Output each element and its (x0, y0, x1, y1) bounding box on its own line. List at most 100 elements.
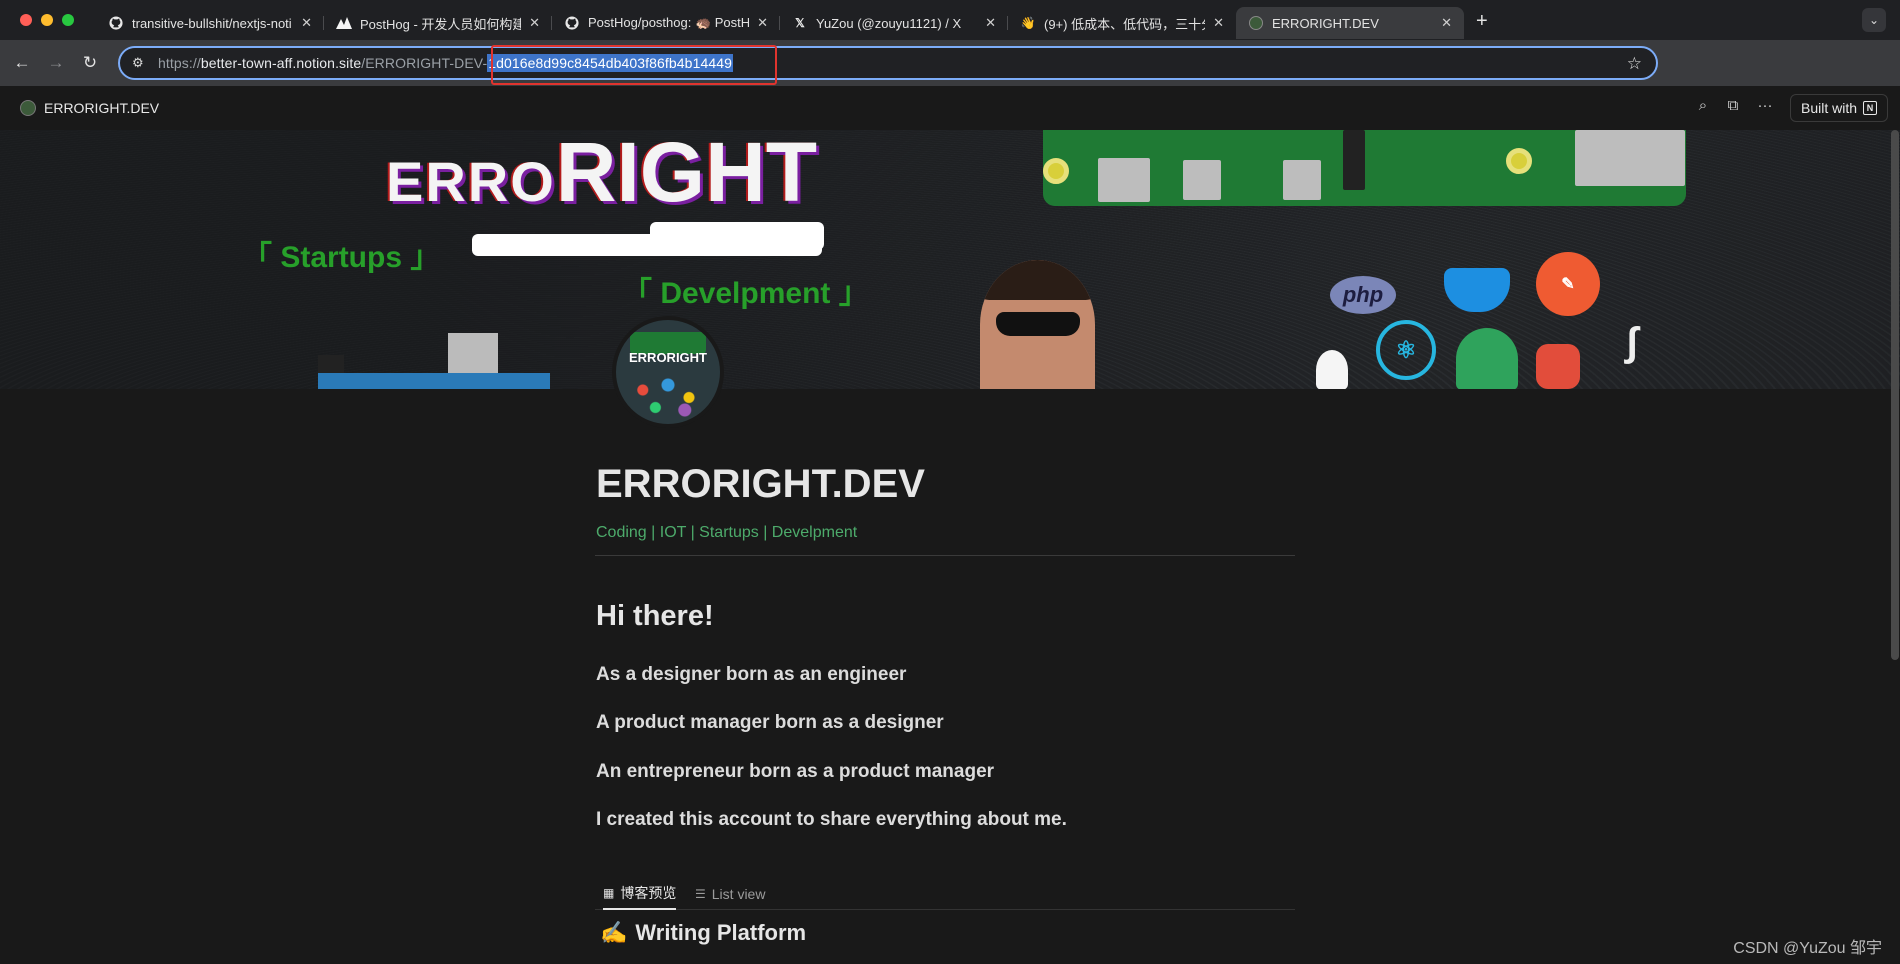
github-icon (108, 15, 124, 31)
profile-photo-face (980, 260, 1095, 389)
tab-title: transitive-bullshit/nextjs-noti (132, 15, 292, 31)
page-subtitle: Coding | IOT | Startups | Develpment (596, 524, 858, 541)
close-icon[interactable]: ✕ (529, 15, 540, 31)
tab-title: (9+) 低成本、低代码，三十分钟 (1044, 16, 1205, 32)
board-port (1283, 160, 1321, 200)
heading-hi-there: Hi there! (596, 600, 714, 632)
writing-hand-icon: ✍️ (600, 920, 628, 945)
url-text[interactable]: https://better-town-aff.notion.site/ERRO… (158, 54, 733, 72)
gallery-icon: ▦ (603, 886, 615, 900)
notion-site-icon (1248, 15, 1264, 31)
csdn-watermark: CSDN @YuZou 邹宇 (1733, 940, 1882, 957)
back-button[interactable]: ← (5, 46, 39, 80)
page-icon-avatar[interactable]: ERRORIGHT (612, 316, 724, 428)
tab-blog-preview[interactable]: ▦ 博客预览 (603, 878, 677, 910)
search-icon[interactable]: ⌕ (1693, 97, 1713, 114)
intro-paragraph: A product manager born as a designer (596, 712, 944, 733)
close-icon[interactable]: ✕ (757, 15, 768, 31)
posthog-icon (336, 15, 352, 31)
intro-paragraph: An entrepreneur born as a product manage… (596, 761, 995, 782)
board-part (318, 355, 344, 373)
tab-title: PostHog - 开发人员如何构建成 (360, 16, 522, 32)
close-icon[interactable]: ✕ (1441, 15, 1452, 31)
divider (595, 555, 1295, 556)
x-icon: 𝕏 (795, 16, 805, 30)
cover-title-part: ERRO (386, 150, 556, 213)
cover-image: ERRORIGHT 「 Startups 」 「 Develpment 」 ph… (0, 130, 1900, 389)
list-icon: ☰ (695, 887, 706, 901)
more-icon[interactable]: ··· (1755, 97, 1775, 114)
tab-title: ERRORIGHT.DEV (1272, 15, 1379, 31)
mounting-pad (1506, 148, 1532, 174)
sunglasses (996, 312, 1080, 336)
close-icon[interactable]: ✕ (985, 15, 996, 31)
board-port (1183, 160, 1221, 200)
section-writing-platform: ✍️ Writing Platform (600, 920, 806, 946)
arduino-board (318, 333, 550, 389)
tab-label: 博客预览 (620, 885, 677, 901)
react-logo: ⚛ (1376, 320, 1436, 380)
tab-label: List view (711, 886, 766, 902)
board-chip (1343, 130, 1365, 190)
site-logo[interactable] (20, 100, 36, 116)
tab-title: PostHog/posthog: 🦔 PostH (588, 15, 750, 30)
docker-logo (1444, 268, 1510, 312)
browser-tab[interactable]: PostHog/posthog: 🦔 PostH ✕ (551, 7, 780, 39)
flask-logo: ∫ (1626, 319, 1638, 364)
page-title: ERRORIGHT.DEV (596, 462, 925, 506)
new-tab-button[interactable]: + (1476, 10, 1488, 33)
site-info-icon[interactable]: ⚙ (132, 55, 148, 71)
forward-button[interactable]: → (39, 46, 73, 80)
notion-topbar: ERRORIGHT.DEV (0, 86, 1900, 130)
browser-tab[interactable]: transitive-bullshit/nextjs-noti ✕ (96, 7, 324, 39)
tab-title: YuZou (@zouyu1121) / X (816, 15, 962, 31)
reload-button[interactable]: ↻ (73, 46, 107, 80)
window-controls (20, 14, 74, 26)
zoom-window-button[interactable] (62, 14, 74, 26)
browser-tab-active[interactable]: ERRORIGHT.DEV ✕ (1236, 7, 1464, 39)
notion-logo-icon: N (1863, 101, 1878, 115)
tab-list-view[interactable]: ☰ List view (695, 878, 765, 910)
cover-title: ERRORIGHT (386, 130, 817, 221)
section-title-text: Writing Platform (635, 920, 807, 945)
url-scheme: https:// (158, 55, 201, 71)
avatar-collage (626, 370, 710, 420)
github-icon (564, 15, 580, 31)
browser-tab-strip: transitive-bullshit/nextjs-noti ✕ PostHo… (0, 0, 1900, 40)
address-bar[interactable]: ⚙ https://better-town-aff.notion.site/ER… (118, 46, 1658, 80)
redaction-bar (650, 222, 824, 250)
intro-paragraph: I created this account to share everythi… (596, 809, 1067, 830)
browser-toolbar: ← → ↻ ⚙ https://better-town-aff.notion.s… (0, 40, 1900, 113)
cover-tag-startups: 「 Startups 」 (242, 241, 441, 274)
built-with-label: Built with (1801, 100, 1858, 116)
php-logo: php (1330, 276, 1396, 314)
minimize-window-button[interactable] (41, 14, 53, 26)
avatar-label: ERRORIGHT (629, 350, 707, 365)
database-view-tabs: ▦ 博客预览 ☰ List view (595, 878, 1295, 910)
url-selected-id: 1d016e8d99c8454db403f86fb4b14449 (487, 54, 733, 72)
figma-logo (1536, 344, 1580, 389)
browser-tab[interactable]: 𝕏 YuZou (@zouyu1121) / X ✕ (779, 7, 1008, 39)
close-window-button[interactable] (20, 14, 32, 26)
url-path: /ERRORIGHT-DEV- (361, 55, 488, 71)
tab-search-button[interactable]: ⌄ (1862, 8, 1886, 32)
hair (980, 260, 1095, 300)
page-scrollbar[interactable] (1891, 130, 1899, 660)
android-logo (1456, 328, 1518, 389)
board-port (1098, 158, 1150, 202)
board-part (448, 333, 498, 373)
mounting-pad (1043, 158, 1069, 184)
raspberry-pi-board (1043, 130, 1686, 206)
cover-tag-develpment: 「 Develpment 」 (622, 277, 869, 310)
browser-tab[interactable]: 👋 (9+) 低成本、低代码，三十分钟 ✕ (1007, 7, 1236, 39)
close-icon[interactable]: ✕ (1213, 15, 1224, 31)
board-port (1575, 130, 1685, 186)
cover-title-part: RIGHT (555, 130, 818, 219)
site-title[interactable]: ERRORIGHT.DEV (44, 100, 159, 116)
duplicate-icon[interactable]: ⧉ (1723, 97, 1743, 114)
wave-icon: 👋 (1020, 16, 1036, 30)
built-with-notion-button[interactable]: Built with N (1790, 94, 1889, 122)
browser-tab[interactable]: PostHog - 开发人员如何构建成 ✕ (323, 7, 552, 39)
close-icon[interactable]: ✕ (301, 15, 312, 31)
bookmark-star-icon[interactable]: ☆ (1627, 54, 1642, 74)
